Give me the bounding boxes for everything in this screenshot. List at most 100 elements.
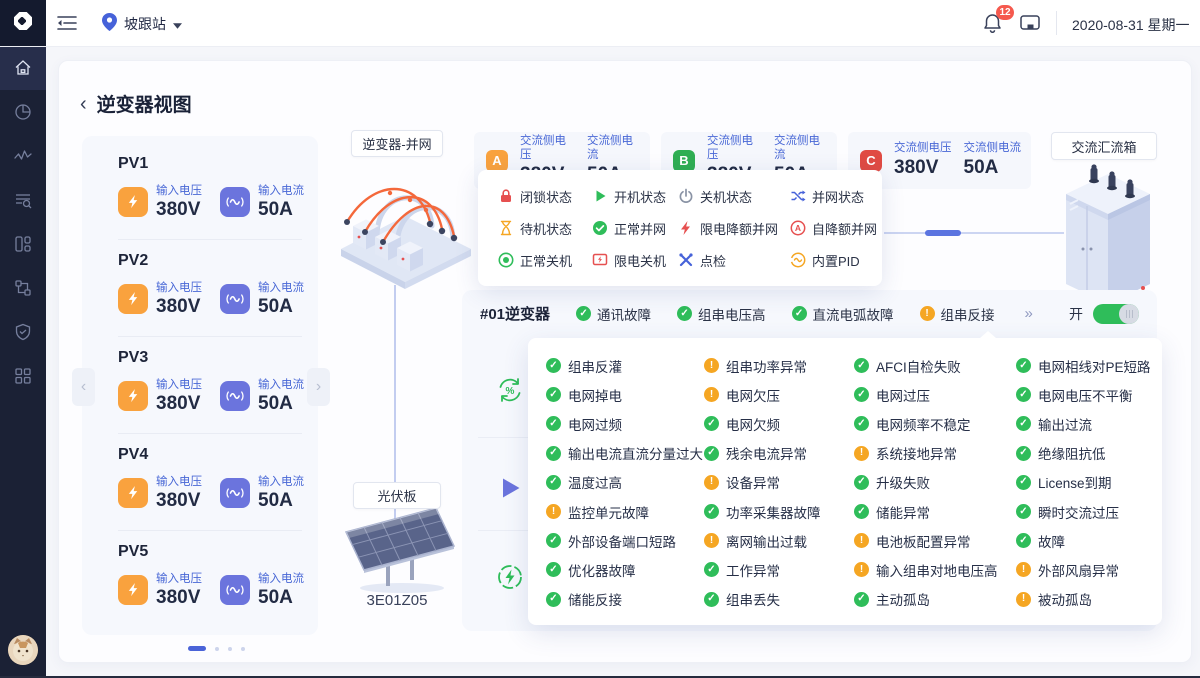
alarm-item-label: 设备异常: [726, 472, 780, 492]
alarm-item: !系统接地异常: [854, 443, 1016, 463]
voltage-bolt-icon: [118, 381, 148, 411]
pv-voltage-label: 输入电压: [156, 570, 202, 586]
pv-metrics: 输入电压380V 输入电流50A: [118, 473, 318, 512]
stop-circle-icon: [498, 252, 514, 268]
sidebar-item-pie-chart[interactable]: [0, 90, 46, 134]
pv-current-value: 50A: [258, 490, 304, 512]
location-pin-icon: [102, 13, 117, 34]
user-avatar[interactable]: [8, 635, 38, 665]
check-circle-icon: [592, 220, 608, 236]
alarm-item: ✓输出过流: [1016, 414, 1162, 434]
back-chevron-icon[interactable]: ‹: [80, 94, 87, 114]
expand-more-chevron[interactable]: »: [1025, 305, 1033, 322]
status-legend-label: 限电降额并网: [700, 219, 778, 238]
pv-metrics: 输入电压380V输入电流50A: [118, 279, 318, 318]
menu-fold-icon[interactable]: [57, 15, 77, 36]
pv-item: PV2 输入电压380V输入电流50A: [82, 239, 318, 336]
ok-status-icon: ✓: [1016, 446, 1031, 461]
alarm-item: !离网输出过载: [704, 531, 854, 551]
alarm-item: ✓电网相线对PE短路: [1016, 356, 1162, 376]
inverter-badge-label: 直流电弧故障: [813, 304, 894, 324]
status-legend-label: 并网状态: [812, 187, 864, 206]
pv-voltage: 输入电压380V: [118, 376, 202, 415]
alarm-item: !被动孤岛: [1016, 589, 1162, 609]
alarm-item: ✓电网频率不稳定: [854, 414, 1016, 434]
alarm-item-label: 储能反接: [568, 589, 622, 609]
ac-current: 交流侧电流50A: [964, 142, 1022, 179]
ok-status-icon: ✓: [854, 592, 869, 607]
sidebar-item-apps[interactable]: [0, 354, 46, 398]
carousel-next-button[interactable]: ›: [307, 368, 330, 406]
pagination-dot-0[interactable]: [188, 646, 206, 651]
pv-voltage: 输入电压380V: [118, 473, 202, 512]
carousel-prev-button[interactable]: ‹: [72, 368, 95, 406]
notification-count-badge: 12: [996, 5, 1014, 20]
pv-name: PV2: [118, 252, 318, 270]
pv-voltage-text: 输入电压380V: [156, 376, 202, 415]
alarm-item: !组串功率异常: [704, 356, 854, 376]
station-selector[interactable]: 坡跟站: [102, 13, 182, 34]
current-wave-icon: [220, 575, 250, 605]
alarm-item-label: 绝缘阻抗低: [1038, 443, 1106, 463]
alarm-item: ✓电网过频: [546, 414, 704, 434]
current-wave-icon: [220, 381, 250, 411]
status-legend-item: 限电降额并网: [678, 219, 790, 238]
warn-status-icon: !: [546, 504, 561, 519]
app-logo-icon[interactable]: [0, 0, 46, 46]
ok-status-icon: ✓: [854, 416, 869, 431]
pv-current-text: 输入电流50A: [258, 473, 304, 512]
sidebar-item-sitemap[interactable]: [0, 266, 46, 310]
sidebar-item-kanban[interactable]: [0, 222, 46, 266]
sidebar-item-shield-check[interactable]: [0, 310, 46, 354]
alarm-item: ✓电网掉电: [546, 385, 704, 405]
alarm-item: ✓优化器故障: [546, 560, 704, 580]
shuffle-icon: [790, 188, 806, 204]
warn-status-icon: !: [704, 475, 719, 490]
alarm-item-label: 残余电流异常: [726, 443, 807, 463]
pv-current-label: 输入电流: [258, 376, 304, 392]
pv-name: PV5: [118, 543, 318, 561]
pv-metrics: 输入电压380V输入电流50A: [118, 376, 318, 415]
sidebar-item-activity[interactable]: [0, 134, 46, 178]
alarm-item-label: 监控单元故障: [568, 502, 649, 522]
alarm-item-label: License到期: [1038, 472, 1112, 492]
alarm-item-label: 输出电流直流分量过大: [568, 443, 703, 463]
sidebar-nav: [0, 46, 46, 678]
pv-item: PV1输入电压380V输入电流50A: [82, 142, 318, 239]
svg-text:A: A: [795, 223, 801, 233]
alarm-item-label: 组串丢失: [726, 589, 780, 609]
warn-status-icon: !: [854, 562, 869, 577]
ac-current-label: 交流侧电流: [964, 142, 1022, 155]
pv-current-label: 输入电流: [258, 570, 304, 586]
page-title: 逆变器视图: [97, 90, 192, 117]
warn-status-icon: !: [1016, 592, 1031, 607]
alarm-item: ! 监控单元故障: [546, 502, 704, 522]
alarm-item-label: 输入组串对地电压高: [876, 560, 998, 580]
pv-voltage-value: 380V: [156, 490, 202, 512]
ok-status-icon: ✓: [704, 592, 719, 607]
pv-voltage: 输入电压380V: [118, 182, 202, 221]
pagination-dot-3[interactable]: [241, 647, 245, 651]
svg-text:%: %: [506, 386, 515, 397]
alarm-item-label: 外部风扇异常: [1038, 560, 1119, 580]
inverter-badge: ✓通讯故障: [576, 304, 651, 324]
pagination-dot-2[interactable]: [228, 647, 232, 651]
alarm-item: ! 外部风扇异常: [1016, 560, 1162, 580]
pagination-dot-1[interactable]: [215, 647, 219, 651]
current-wave-icon: [220, 478, 250, 508]
fullscreen-icon[interactable]: [1020, 15, 1040, 36]
warn-status-icon: !: [1016, 562, 1031, 577]
sidebar-item-home[interactable]: [0, 46, 46, 90]
power-toggle[interactable]: [1093, 304, 1139, 324]
alarm-item-label: 电网欠频: [726, 414, 780, 434]
sidebar-item-list-search[interactable]: [0, 178, 46, 222]
alarm-item-label: 储能异常: [876, 502, 930, 522]
status-legend-item: 待机状态: [498, 219, 592, 238]
station-name: 坡跟站: [124, 14, 166, 34]
status-legend-item: A自降额并网: [790, 219, 882, 238]
pv-voltage-label: 输入电压: [156, 473, 202, 489]
inverter-badge-label: 组串反接: [941, 304, 995, 324]
pv-voltage-value: 380V: [156, 296, 202, 318]
alarm-item: ✓电网过压: [854, 385, 1016, 405]
hourglass-icon: [498, 220, 514, 236]
